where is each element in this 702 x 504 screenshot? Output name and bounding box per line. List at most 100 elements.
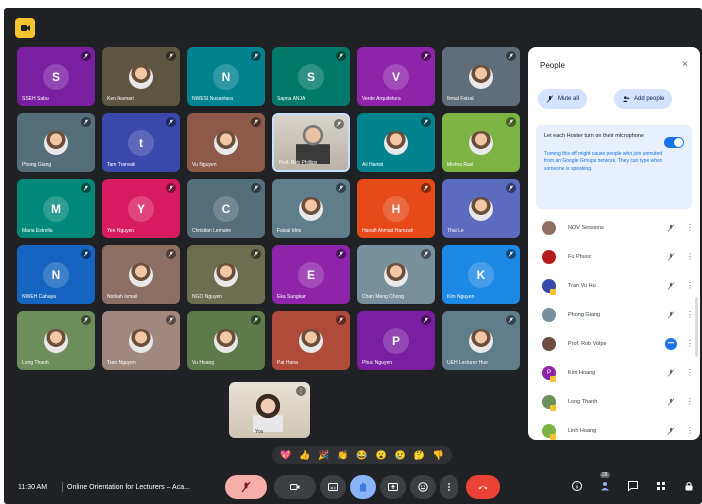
mute-all-button[interactable]: Mute all — [538, 89, 588, 109]
participant-tile[interactable]: E Eka Sungkar — [272, 245, 350, 304]
more-vert-icon[interactable]: ⋮ — [686, 252, 694, 261]
close-icon[interactable]: × — [682, 59, 688, 70]
reaction-emoji[interactable]: 🤔 — [414, 450, 425, 460]
participant-tile[interactable]: Phong Giang — [17, 113, 95, 172]
reactions-button[interactable] — [410, 475, 436, 499]
more-vert-icon[interactable]: ⋮ — [686, 281, 694, 290]
participant-name: Verde Arquitetura — [362, 96, 401, 102]
mic-off-icon — [251, 51, 261, 61]
more-vert-icon[interactable]: ⋮ — [686, 397, 694, 406]
participant-tile[interactable]: K Kim Nguyen — [442, 245, 520, 304]
participant-tile[interactable]: UEH Lecturer Hue — [442, 311, 520, 370]
reaction-emoji[interactable]: 😢 — [395, 450, 406, 460]
scrollbar[interactable] — [695, 297, 698, 357]
participant-tile[interactable]: S SSEH Sabu — [17, 47, 95, 106]
participant-tile[interactable]: Vu Hoang — [187, 311, 265, 370]
host-controls-button[interactable] — [682, 479, 696, 493]
participant-tile[interactable]: C Christian Lemaire — [187, 179, 265, 238]
list-item[interactable]: Long Thanh ⋮ — [528, 387, 700, 416]
participant-name: Tran Nguyen — [107, 360, 136, 366]
participant-tile[interactable]: V Verde Arquitetura — [357, 47, 435, 106]
participant-tile[interactable]: Tran Nguyen — [102, 311, 180, 370]
list-item[interactable]: Tran Vu Hu ⋮ — [528, 271, 700, 300]
self-view-tile[interactable]: ⋮ You — [229, 382, 310, 438]
reaction-emoji[interactable]: 😮 — [375, 450, 386, 460]
reaction-emoji[interactable]: 👍 — [299, 450, 310, 460]
mic-off-icon — [336, 315, 346, 325]
participant-tile[interactable]: NGO Nguyen — [187, 245, 265, 304]
list-item[interactable]: Fu Phuoc ⋮ — [528, 242, 700, 271]
mic-off-icon[interactable] — [666, 281, 676, 291]
more-vert-icon[interactable]: ⋮ — [686, 339, 694, 348]
mic-off-icon[interactable] — [666, 223, 676, 233]
chat-button[interactable] — [626, 479, 640, 493]
list-item[interactable]: Linh Hoang ⋮ — [528, 416, 700, 440]
reaction-emoji[interactable]: 👏 — [337, 450, 348, 460]
participant-tile[interactable]: Chan Meng Chong — [357, 245, 435, 304]
reaction-emoji[interactable]: 👎 — [433, 450, 444, 460]
list-item[interactable]: Phong Giang ⋮ — [528, 300, 700, 329]
call-end-icon — [478, 486, 488, 490]
mic-off-icon — [166, 249, 176, 259]
participant-name: UEH Lecturer Hue — [447, 360, 488, 366]
participant-tile[interactable]: Thai Le — [442, 179, 520, 238]
mic-off-icon[interactable] — [666, 426, 676, 436]
mic-off-icon[interactable] — [666, 368, 676, 378]
participant-tile[interactable]: Mishra Ravi — [442, 113, 520, 172]
more-options-button[interactable] — [440, 475, 458, 499]
add-people-button[interactable]: Add people — [614, 89, 673, 109]
participant-tile[interactable]: t Tam Tranvali — [102, 113, 180, 172]
participant-tile[interactable]: Prof. Rob Phillips — [272, 113, 350, 172]
leave-call-button[interactable] — [466, 475, 500, 499]
participant-tile[interactable]: N NWESI Nusantara — [187, 47, 265, 106]
more-vert-icon[interactable]: ⋮ — [686, 368, 694, 377]
person-name: Linh Hoang — [568, 427, 597, 434]
reaction-emoji[interactable]: 🎉 — [318, 450, 329, 460]
hand-icon — [360, 482, 366, 492]
list-item[interactable]: Prof. Rob Volpe ••• ⋮ — [528, 329, 700, 358]
participant-name: Chan Meng Chong — [362, 294, 404, 300]
participant-tile[interactable]: Ali Hamid — [357, 113, 435, 172]
participant-tile[interactable]: Vu Nguyen — [187, 113, 265, 172]
mic-off-icon[interactable] — [666, 310, 676, 320]
reaction-emoji[interactable]: 😂 — [356, 450, 367, 460]
more-vert-icon[interactable]: ⋮ — [686, 426, 694, 435]
participant-tile[interactable]: Faisal Idris — [272, 179, 350, 238]
participant-tile[interactable]: Ken Ikamari — [102, 47, 180, 106]
raise-hand-button[interactable] — [350, 475, 376, 499]
participant-tile[interactable]: P Phuc Nguyen — [357, 311, 435, 370]
mic-button[interactable] — [225, 475, 267, 499]
participant-tile[interactable]: Y Yen Nguyen — [102, 179, 180, 238]
present-button[interactable] — [380, 475, 406, 499]
participant-name: Tam Tranvali — [107, 162, 136, 168]
participant-tile[interactable]: Ikmal Faizal — [442, 47, 520, 106]
participant-tile[interactable]: Long Thanh — [17, 311, 95, 370]
list-item[interactable]: NOV Sessions ⋮ — [528, 213, 700, 242]
activities-button[interactable] — [654, 479, 668, 493]
list-item[interactable]: P Kim Hoang ⋮ — [528, 358, 700, 387]
participant-tile[interactable]: N NWEH Cahaya — [17, 245, 95, 304]
captions-button[interactable] — [320, 475, 346, 499]
participant-tile[interactable]: Pat Hana — [272, 311, 350, 370]
participant-tile[interactable]: M Maria Estrella — [17, 179, 95, 238]
participant-name: SSEH Sabu — [22, 96, 49, 102]
participant-tile[interactable]: Norliah Ismail — [102, 245, 180, 304]
more-options-icon[interactable]: ⋮ — [296, 386, 306, 396]
reaction-emoji[interactable]: 💖 — [280, 450, 291, 460]
mic-off-icon[interactable] — [666, 397, 676, 407]
mic-off-icon[interactable] — [666, 252, 676, 262]
people-button[interactable]: 28 — [598, 472, 612, 493]
person-name: Prof. Rob Volpe — [568, 340, 607, 347]
camera-button[interactable] — [274, 475, 316, 499]
meeting-title: Online Orientation for Lecturers – Aca..… — [67, 483, 190, 491]
more-vert-icon[interactable]: ⋮ — [686, 223, 694, 232]
more-vert-icon[interactable]: ⋮ — [686, 310, 694, 319]
mic-off-icon — [506, 51, 516, 61]
host-mic-toggle[interactable] — [664, 137, 684, 148]
mic-off-icon — [81, 315, 91, 325]
participant-tile[interactable]: H Hanafi Ahmad Hamzah — [357, 179, 435, 238]
participant-tile[interactable]: S Sapna ANJA — [272, 47, 350, 106]
info-button[interactable] — [570, 479, 584, 493]
participant-name: Prof. Rob Phillips — [279, 160, 318, 166]
avatar: K — [468, 261, 494, 288]
